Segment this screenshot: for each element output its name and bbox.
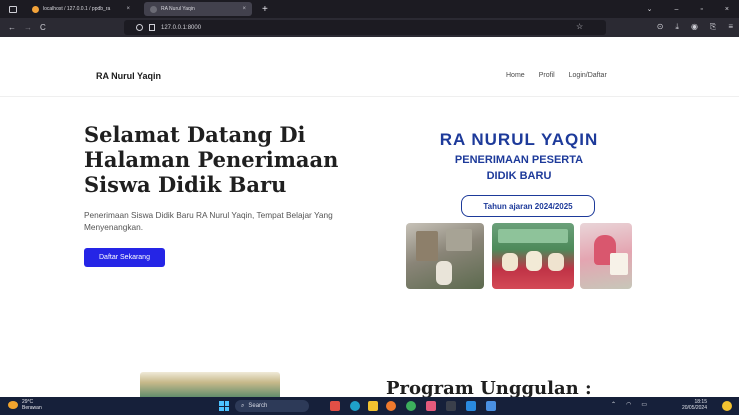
windows-taskbar: 29°C Berawan ⌕ Search ⌃ ◠ ▭ 18:15 20/05/… [0,397,739,415]
app-icon[interactable] [426,401,436,411]
chevron-up-icon[interactable]: ⌃ [611,401,616,408]
close-tab-icon[interactable]: × [242,6,246,12]
program-section-title: Program Unggulan : [386,378,592,399]
tab-label: localhost / 127.0.0.1 / ppdb_ra [43,6,111,12]
browser-tab-bar: localhost / 127.0.0.1 / ppdb_ra × RA Nur… [0,0,739,18]
system-tray: ⌃ ◠ ▭ [611,401,647,408]
weather-widget[interactable]: 29°C Berawan [22,399,42,411]
battery-icon[interactable]: ▭ [641,401,647,408]
tab-overview-icon[interactable] [6,2,20,16]
firefox-icon[interactable] [386,401,396,411]
weather-desc: Berawan [22,405,42,411]
hero-title: Selamat Datang Di Halaman Penerimaan Sis… [84,122,339,197]
vscode-icon[interactable] [466,401,476,411]
tab-label: RA Nurul Yaqin [161,6,195,12]
nav-login-daftar[interactable]: Login/Daftar [569,72,607,79]
wifi-icon[interactable]: ◠ [626,401,631,408]
search-icon: ⌕ [241,402,245,409]
maximize-button[interactable]: ▫ [700,6,702,13]
extensions-icon[interactable]: ⎘ [710,22,716,32]
app-icon[interactable] [486,401,496,411]
tracking-protection-icon[interactable] [136,24,143,31]
clock-date: 20/05/2024 [681,405,707,411]
close-tab-icon[interactable]: × [126,6,130,12]
page-info-icon[interactable] [149,24,155,31]
minimize-button[interactable]: – [675,6,679,13]
poster-badge: Tahun ajaran 2024/2025 [461,195,595,217]
list-tabs-icon[interactable]: ⌄ [647,5,653,13]
menu-icon[interactable]: ≡ [728,22,733,32]
search-label: Search [248,403,268,409]
nav-home[interactable]: Home [506,72,525,79]
new-tab-button[interactable]: + [262,4,268,15]
widgets-icon[interactable] [330,401,340,411]
poster-photo-students [492,223,574,289]
forward-icon[interactable]: → [24,23,32,32]
poster-photo-child [580,223,632,289]
poster-photo-classroom [406,223,484,289]
notification-icon[interactable] [722,401,732,411]
bookmark-star-icon[interactable]: ☆ [576,22,583,31]
daftar-sekarang-button[interactable]: Daftar Sekarang [84,248,165,267]
poster-title: RA NURUL YAQIN [439,130,599,149]
file-explorer-icon[interactable] [368,401,378,411]
url-text[interactable]: 127.0.0.1:8000 [161,25,201,31]
tab-ra-nurul-yaqin[interactable]: RA Nurul Yaqin × [144,2,252,16]
pocket-icon[interactable]: ⊙ [657,22,664,32]
hero-poster-image: RA NURUL YAQIN PENERIMAAN PESERTA DIDIK … [404,122,634,292]
address-bar[interactable]: 127.0.0.1:8000 [124,20,606,35]
chrome-icon[interactable] [406,401,416,411]
windows-start-icon[interactable] [219,401,229,411]
hero-subtitle: Penerimaan Siswa Didik Baru RA Nurul Yaq… [84,210,333,232]
favicon-icon [150,5,157,13]
favicon-icon [32,5,39,13]
weather-icon[interactable] [8,401,18,409]
account-icon[interactable]: ◉ [691,22,698,32]
navigation-toolbar: ← → C 127.0.0.1:8000 ☆ ⊙ ⤓ ◉ ⎘ ≡ [0,18,739,37]
close-window-button[interactable]: × [725,6,729,13]
edge-icon[interactable] [350,401,360,411]
site-header: RA Nurul Yaqin Home Profil Login/Daftar [0,57,739,97]
taskbar-clock[interactable]: 18:15 20/05/2024 [682,399,707,411]
terminal-icon[interactable] [446,401,456,411]
tab-phpmyadmin[interactable]: localhost / 127.0.0.1 / ppdb_ra × [26,2,136,16]
back-icon[interactable]: ← [8,23,16,32]
site-brand[interactable]: RA Nurul Yaqin [96,71,161,81]
site-nav: Home Profil Login/Daftar [506,72,607,79]
poster-line-2: PENERIMAAN PESERTA [454,154,584,166]
taskbar-search[interactable]: ⌕ Search [235,400,309,412]
nav-profil[interactable]: Profil [539,72,555,79]
program-section-image [140,372,280,398]
poster-line-3: DIDIK BARU [486,170,552,182]
reload-icon[interactable]: C [40,23,46,32]
download-icon[interactable]: ⤓ [675,22,679,32]
